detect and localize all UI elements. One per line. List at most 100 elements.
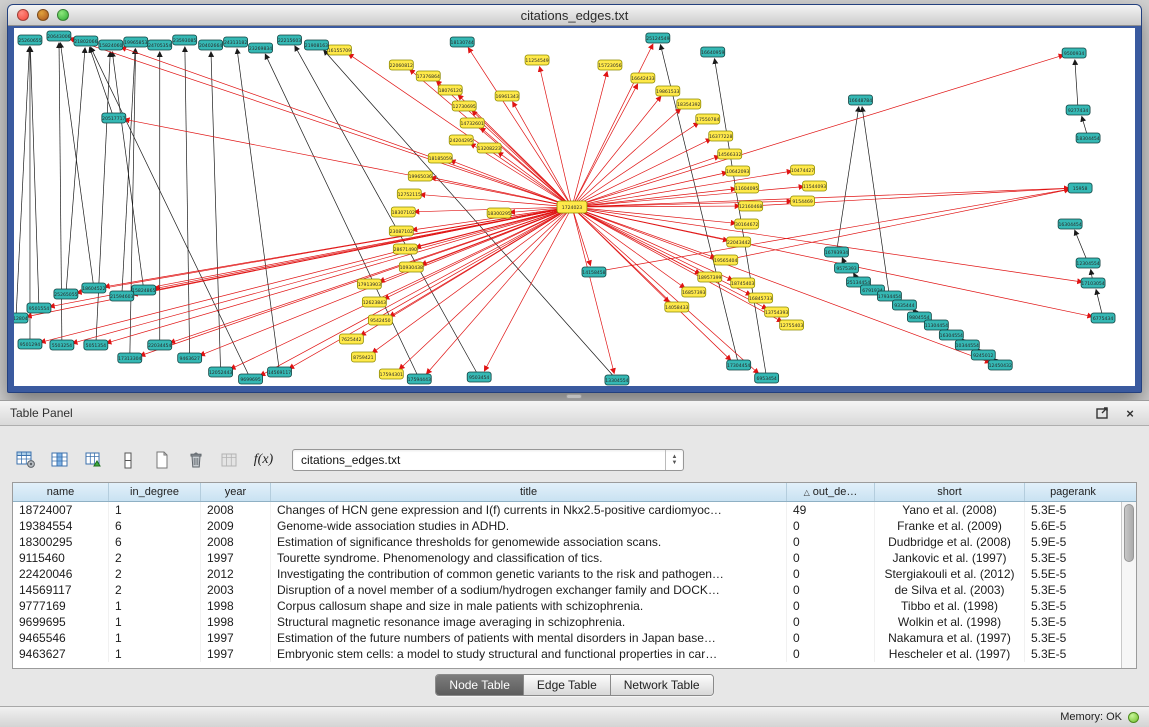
table-row[interactable]: 1830029562008Estimation of significance … — [13, 534, 1121, 550]
graph-node[interactable]: 22060812 — [389, 60, 413, 70]
graph-node[interactable]: 14732601 — [460, 118, 484, 128]
graph-node[interactable]: 12730695 — [452, 101, 476, 111]
graph-node[interactable]: 16304454 — [1058, 219, 1082, 229]
graph-node[interactable]: 6953454 — [755, 373, 779, 383]
graph-node[interactable]: 18354392 — [677, 99, 701, 109]
table-row[interactable]: 1938455462009Genome-wide association stu… — [13, 518, 1121, 534]
table-row[interactable]: 969969511998Structural magnetic resonanc… — [13, 614, 1121, 630]
graph-node[interactable]: 19965036 — [408, 171, 432, 181]
graph-node[interactable]: 23269834 — [249, 43, 273, 53]
graph-node[interactable]: 20643006 — [47, 31, 71, 41]
table-vertical-scrollbar[interactable] — [1121, 502, 1136, 668]
graph-node[interactable]: 22034454 — [148, 340, 172, 350]
graph-node[interactable]: 17913903 — [357, 279, 381, 289]
table-row[interactable]: 977716911998Corpus callosum shape and si… — [13, 598, 1121, 614]
graph-node[interactable]: 12304554 — [1076, 258, 1100, 268]
table-row[interactable]: 946362711997Embryonic stem cells: a mode… — [13, 646, 1121, 662]
graph-node[interactable]: 23087102 — [389, 226, 413, 236]
graph-node[interactable]: 9463627 — [178, 353, 202, 363]
table-row[interactable]: 2242004622012Investigating the contribut… — [13, 566, 1121, 582]
column-header-out_degree[interactable]: △out_de… — [787, 483, 875, 501]
graph-node[interactable]: 14569117 — [268, 367, 292, 377]
graph-node[interactable]: 11312804 — [14, 313, 28, 323]
graph-node[interactable]: 8759421 — [351, 352, 375, 362]
graph-node[interactable]: 10474427 — [791, 165, 815, 175]
graph-node[interactable]: 9503454 — [467, 372, 491, 382]
graph-node[interactable]: 14566332 — [718, 149, 742, 159]
graph-node[interactable]: 16961343 — [495, 91, 519, 101]
graph-node[interactable]: 5503254 — [50, 340, 74, 350]
graph-node[interactable]: 12752115 — [397, 189, 421, 199]
graph-node[interactable]: 17934454 — [877, 291, 901, 301]
graph-node[interactable]: 16155709 — [327, 45, 351, 55]
graph-node[interactable]: 17313304 — [118, 353, 142, 363]
graph-node[interactable]: 18304454 — [1076, 133, 1100, 143]
graph-node[interactable]: 7625442 — [339, 334, 363, 344]
graph-node[interactable]: 17103054 — [1081, 278, 1105, 288]
graph-node[interactable]: 17550784 — [696, 114, 720, 124]
graph-node[interactable]: 6775434 — [1091, 313, 1115, 323]
graph-node[interactable]: 16857393 — [682, 287, 706, 297]
graph-node[interactable]: 13208223 — [477, 143, 501, 153]
graph-node[interactable]: 17594301 — [379, 369, 403, 379]
column-header-pagerank[interactable]: pagerank — [1025, 483, 1121, 501]
column-header-short[interactable]: short — [875, 483, 1025, 501]
close-panel-icon[interactable]: × — [1121, 405, 1139, 421]
graph-node[interactable]: 18307102 — [391, 207, 415, 217]
graph-node[interactable]: 21908163 — [304, 40, 328, 50]
graph-node[interactable]: 18604522 — [82, 283, 106, 293]
graph-node[interactable]: 14158458 — [582, 267, 606, 277]
graph-node[interactable]: 18300295 — [487, 208, 511, 218]
graph-node[interactable]: 17376864 — [416, 71, 440, 81]
graph-node[interactable]: 12160468 — [739, 201, 763, 211]
scrollbar-thumb[interactable] — [1124, 504, 1134, 562]
graph-node[interactable]: 9245012 — [971, 350, 995, 360]
graph-node[interactable]: 9154469 — [791, 196, 815, 206]
graph-node[interactable]: 18745403 — [731, 278, 755, 288]
graph-node[interactable]: 15824865 — [132, 285, 156, 295]
graph-node[interactable]: 5051354 — [84, 340, 108, 350]
tab-node-table[interactable]: Node Table — [436, 675, 524, 695]
column-header-in_degree[interactable]: in_degree — [109, 483, 201, 501]
graph-node[interactable]: 12755403 — [780, 320, 804, 330]
graph-node[interactable]: 10344554 — [955, 340, 979, 350]
network-canvas[interactable]: 1724023161557092206081217376864180761201… — [14, 28, 1135, 386]
graph-node[interactable]: 24705354 — [148, 40, 172, 50]
table-row[interactable]: 911546021997Tourette syndrome. Phenomeno… — [13, 550, 1121, 566]
graph-node[interactable]: 9500934 — [1062, 48, 1086, 58]
graph-node[interactable]: 12623843 — [362, 297, 386, 307]
graph-node[interactable]: 22043442 — [727, 237, 751, 247]
graph-node[interactable]: 11604095 — [735, 183, 759, 193]
graph-node[interactable]: 19565404 — [714, 255, 738, 265]
table-settings-icon[interactable] — [12, 448, 39, 473]
graph-node[interactable]: 19861533 — [656, 86, 680, 96]
graph-node[interactable]: 9575393 — [835, 263, 859, 273]
graph-node[interactable]: 18957399 — [698, 272, 722, 282]
graph-node[interactable]: 10930438 — [399, 262, 423, 272]
graph-node[interactable]: 17594443 — [407, 374, 431, 384]
table-row[interactable]: 1872400712008Changes of HCN gene express… — [13, 502, 1121, 518]
graph-node[interactable]: 24204295 — [449, 135, 473, 145]
graph-node[interactable]: 11254549 — [525, 55, 549, 65]
graph-node[interactable]: 19965853 — [124, 37, 148, 47]
table-columns-icon[interactable] — [46, 448, 73, 473]
table-select-combobox[interactable]: citations_edges.txt ▲▼ — [292, 449, 684, 471]
tab-network-table[interactable]: Network Table — [611, 675, 713, 695]
table-row[interactable]: 1456911722003Disruption of a novel membe… — [13, 582, 1121, 598]
graph-node[interactable]: 11544093 — [803, 181, 827, 191]
graph-node[interactable]: 15824060 — [99, 40, 123, 50]
graph-node[interactable]: 23593085 — [173, 35, 197, 45]
graph-node[interactable]: 17304454 — [727, 360, 751, 370]
column-header-title[interactable]: title — [271, 483, 787, 501]
graph-node[interactable]: 18185059 — [428, 153, 452, 163]
graph-node[interactable]: 18130744 — [450, 37, 474, 47]
graph-node[interactable]: 9501554 — [27, 303, 51, 313]
graph-node[interactable]: 16640959 — [701, 47, 725, 57]
graph-node[interactable]: 24313182 — [224, 37, 248, 47]
close-window-button[interactable] — [17, 9, 29, 21]
column-header-year[interactable]: year — [201, 483, 271, 501]
graph-node[interactable]: 12450432 — [988, 360, 1012, 370]
delete-icon[interactable] — [182, 448, 209, 473]
graph-node[interactable]: 30164672 — [735, 219, 759, 229]
graph-node[interactable]: 20517717 — [102, 113, 126, 123]
